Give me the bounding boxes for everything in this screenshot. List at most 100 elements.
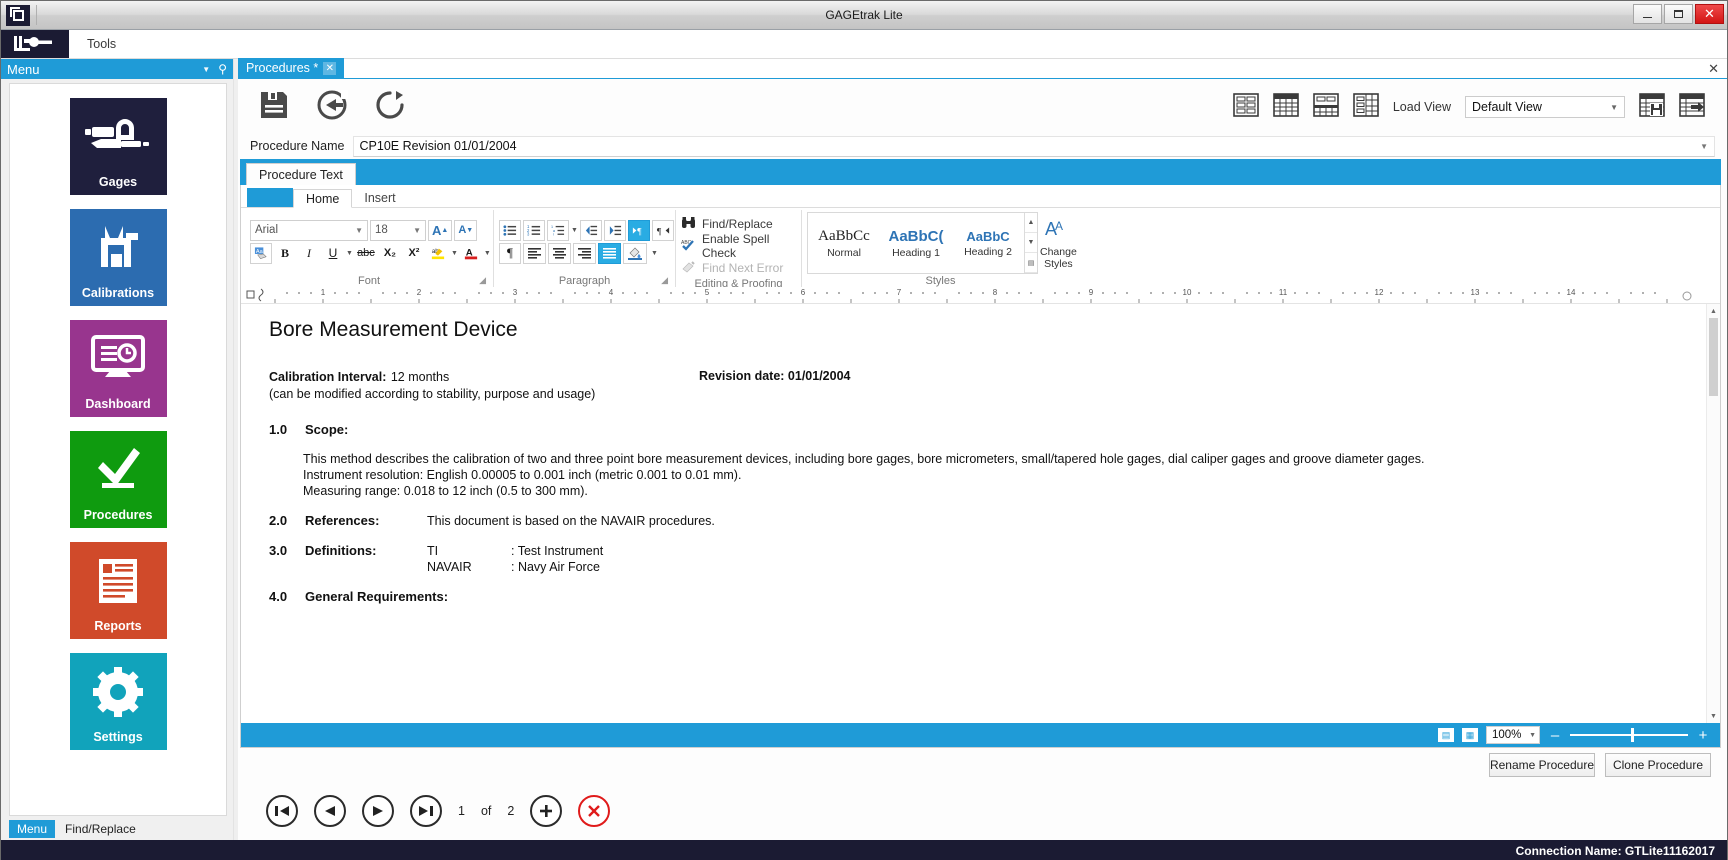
close-button[interactable]: ✕: [1695, 4, 1724, 24]
enable-spell-check-button[interactable]: ABC Enable Spell Check: [681, 232, 796, 260]
minimize-button[interactable]: [1633, 4, 1662, 24]
right-to-left-icon[interactable]: ¶: [651, 219, 674, 241]
tab-insert[interactable]: Insert: [352, 188, 407, 207]
sidebar-item-dashboard[interactable]: Dashboard: [69, 320, 167, 417]
chevron-down-icon[interactable]: ▼: [202, 65, 218, 74]
scroll-down-icon[interactable]: ▼: [1707, 709, 1720, 723]
style-gallery-scrollbar[interactable]: ▲ ▼ ▤: [1024, 213, 1037, 273]
style-scroll-more-icon[interactable]: ▤: [1025, 253, 1037, 273]
first-record-icon[interactable]: [266, 795, 298, 827]
multilevel-caret-icon[interactable]: ▼: [571, 220, 578, 241]
layout-columns-icon[interactable]: [1353, 92, 1379, 123]
clear-formatting-icon[interactable]: Aa: [250, 242, 272, 264]
ribbon-file-tab[interactable]: [247, 188, 293, 207]
sidebar-footer-menu-tab[interactable]: Menu: [9, 820, 56, 838]
grow-font-button[interactable]: A ▲: [428, 219, 453, 241]
sidebar-item-procedures[interactable]: Procedures: [69, 431, 167, 528]
find-replace-button[interactable]: Find/Replace: [681, 214, 796, 234]
increase-indent-icon[interactable]: [603, 219, 626, 241]
zoom-slider-knob[interactable]: [1631, 728, 1635, 742]
underline-options-caret-icon[interactable]: ▼: [346, 243, 353, 264]
caliper-logo-icon[interactable]: [1, 30, 69, 58]
zoom-level-select[interactable]: 100% ▼: [1486, 726, 1540, 744]
show-marks-icon[interactable]: ¶: [499, 242, 521, 264]
font-color-caret-icon[interactable]: ▼: [484, 243, 491, 264]
pane-close-button[interactable]: ✕: [1708, 61, 1719, 77]
next-record-icon[interactable]: [362, 795, 394, 827]
highlight-options-caret-icon[interactable]: ▼: [451, 243, 458, 264]
style-scroll-up-icon[interactable]: ▲: [1025, 213, 1037, 233]
document-ruler[interactable]: 123 456 789 10 11 12 13 14: [241, 287, 1720, 304]
undo-icon[interactable]: [316, 89, 348, 126]
export-view-icon[interactable]: [1679, 92, 1705, 123]
layout-split-icon[interactable]: [1313, 92, 1339, 123]
rename-procedure-button[interactable]: Rename Procedure: [1488, 753, 1595, 777]
underline-button[interactable]: U: [322, 243, 344, 264]
italic-button[interactable]: I: [298, 243, 320, 264]
previous-record-icon[interactable]: [314, 795, 346, 827]
document-scrollbar[interactable]: ▲ ▼: [1706, 304, 1720, 723]
sidebar-item-calibrations[interactable]: Calibrations: [69, 209, 167, 306]
last-record-icon[interactable]: [410, 795, 442, 827]
sidebar-item-gages[interactable]: Gages: [69, 98, 167, 195]
maximize-button[interactable]: [1664, 4, 1693, 24]
document-canvas[interactable]: Bore Measurement Device Calibration Inte…: [241, 304, 1720, 723]
chevron-down-icon[interactable]: ▼: [1700, 142, 1708, 151]
web-view-icon[interactable]: ▦: [1462, 728, 1478, 742]
align-right-icon[interactable]: [573, 242, 596, 264]
align-left-icon[interactable]: [523, 242, 546, 264]
bullet-list-icon[interactable]: [499, 219, 521, 241]
strikethrough-button[interactable]: abc: [355, 243, 377, 264]
superscript-button[interactable]: X²: [403, 243, 425, 264]
sidebar-item-settings[interactable]: Settings: [69, 653, 167, 750]
paragraph-dialog-launcher-icon[interactable]: ◢: [661, 275, 668, 286]
page-view-icon[interactable]: ▤: [1438, 728, 1454, 742]
shading-icon[interactable]: [623, 242, 647, 264]
load-view-dropdown[interactable]: Default View ▼: [1465, 96, 1625, 118]
text-highlight-icon[interactable]: ab: [427, 243, 449, 264]
align-justify-icon[interactable]: [598, 242, 621, 264]
align-center-icon[interactable]: [548, 242, 571, 264]
tab-procedures[interactable]: Procedures * ✕: [238, 58, 345, 78]
numbered-list-icon[interactable]: 123: [523, 219, 545, 241]
procedure-name-input[interactable]: CP10E Revision 01/01/2004 ▼: [352, 135, 1715, 157]
current-page-value[interactable]: 1: [458, 804, 465, 818]
font-color-icon[interactable]: A: [460, 243, 482, 264]
tab-procedure-text[interactable]: Procedure Text: [246, 163, 356, 185]
zoom-slider[interactable]: [1570, 728, 1688, 742]
scrollbar-thumb[interactable]: [1709, 318, 1718, 396]
delete-record-icon[interactable]: [578, 795, 611, 827]
zoom-in-button[interactable]: +: [1696, 727, 1710, 744]
shading-caret-icon[interactable]: ▼: [649, 243, 660, 264]
document-page[interactable]: Bore Measurement Device Calibration Inte…: [241, 304, 1706, 723]
zoom-out-button[interactable]: –: [1548, 727, 1562, 744]
subscript-button[interactable]: X₂: [379, 243, 401, 264]
refresh-icon[interactable]: [374, 89, 406, 126]
close-icon[interactable]: ✕: [323, 61, 337, 75]
layout-form-icon[interactable]: [1233, 92, 1259, 123]
font-family-select[interactable]: Arial ▼: [250, 219, 368, 241]
find-next-error-button[interactable]: Find Next Error: [681, 258, 796, 278]
left-to-right-icon[interactable]: ¶: [627, 219, 650, 241]
pin-icon[interactable]: ⚲: [218, 62, 227, 76]
sidebar-item-reports[interactable]: Reports: [69, 542, 167, 639]
change-styles-button[interactable]: A A Change Styles: [1040, 217, 1077, 270]
bold-button[interactable]: B: [274, 243, 296, 264]
shrink-font-button[interactable]: A ▼: [454, 219, 478, 241]
sidebar-footer-find-replace-tab[interactable]: Find/Replace: [55, 820, 146, 838]
scroll-up-icon[interactable]: ▲: [1707, 304, 1720, 318]
tab-home[interactable]: Home: [293, 189, 353, 208]
add-record-icon[interactable]: [530, 795, 563, 827]
style-normal[interactable]: AaBbCc Normal: [808, 213, 880, 273]
style-heading-1[interactable]: AaBbC( Heading 1: [880, 213, 952, 273]
font-size-select[interactable]: 18 ▼: [370, 219, 426, 241]
multilevel-list-icon[interactable]: 1ai: [547, 219, 569, 241]
style-scroll-down-icon[interactable]: ▼: [1025, 233, 1037, 253]
save-view-icon[interactable]: [1639, 92, 1665, 123]
font-dialog-launcher-icon[interactable]: ◢: [479, 275, 486, 286]
layout-grid-icon[interactable]: [1273, 92, 1299, 123]
save-icon[interactable]: [258, 89, 290, 126]
decrease-indent-icon[interactable]: [579, 219, 602, 241]
style-heading-2[interactable]: AaBbC Heading 2: [952, 213, 1024, 273]
tools-menu-item[interactable]: Tools: [69, 30, 134, 58]
